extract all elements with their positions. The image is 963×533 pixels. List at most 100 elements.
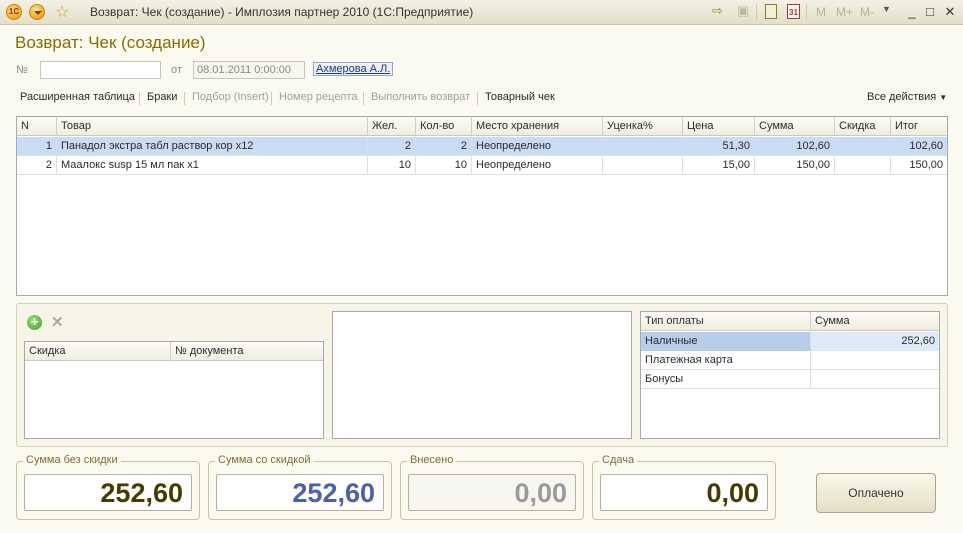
column-header[interactable]: Итог [891,117,947,136]
command-separator [139,92,140,105]
goods-table-header: N Товар Жел. Кол-во Место хранения Уценк… [17,117,947,136]
date-label: от [171,64,182,76]
command-separator [363,92,364,105]
maximize-button[interactable]: □ [921,3,939,21]
column-header[interactable]: Скидка [835,117,891,136]
table-row[interactable]: 1 Панадол экстра табл раствор кор х12 2 … [17,137,947,156]
minimize-button[interactable]: _ [903,3,921,21]
table-row[interactable]: Бонусы [641,370,939,389]
extended-table-button[interactable]: Расширенная таблица [20,91,135,103]
main-menu-icon[interactable] [29,4,45,20]
cell-qty: 2 [416,137,472,156]
window-title: Возврат: Чек (создание) - Имплозия партн… [90,5,474,19]
chevron-down-icon: ▼ [939,93,948,102]
comment-field[interactable] [332,311,632,439]
cell-payment-sum [811,351,939,370]
cell-wanted: 10 [368,156,416,175]
author-link[interactable]: Ахмерова А.Л. [313,62,394,76]
total-no-discount-label: Сумма без скидки [23,454,121,466]
cell-discount [835,137,891,156]
change-label: Сдача [599,454,638,466]
paid-in-field[interactable]: 0,00 [408,474,576,511]
command-separator [271,92,272,105]
toolbar-separator [806,4,807,20]
defects-button[interactable]: Браки [147,91,177,103]
table-row[interactable]: Платежная карта [641,351,939,370]
cell-wanted: 2 [368,137,416,156]
selection-insert-button[interactable]: Подбор (Insert) [192,91,269,103]
number-field[interactable] [40,61,161,79]
favorites-star-icon[interactable]: ☆ [55,2,73,21]
column-header[interactable]: Цена [683,117,755,136]
app-logo-icon[interactable]: 1С [6,4,22,20]
column-header[interactable]: Сумма [811,312,939,331]
total-no-discount-value: 252,60 [24,474,192,511]
cell-payment-sum: 252,60 [811,332,939,351]
memory-minus-button[interactable]: M- [860,5,874,19]
change-value: 0,00 [600,474,768,511]
go-forward-icon[interactable]: ⇨ [712,3,723,21]
cell-sum: 102,60 [755,137,835,156]
delete-icon[interactable]: ✕ [51,313,64,331]
cell-total: 102,60 [909,140,943,152]
column-header[interactable]: Тип оплаты [641,312,811,331]
cell-sum: 150,00 [755,156,835,175]
change-group: Сдача 0,00 [592,454,776,520]
column-header[interactable]: Уценка% [603,117,683,136]
sales-receipt-button[interactable]: Товарный чек [485,91,555,103]
cell-total: 150,00 [909,159,943,171]
cell-markdown [603,156,683,175]
cell-payment-type: Платежная карта [641,351,811,370]
execute-return-button[interactable]: Выполнить возврат [371,91,470,103]
paid-button[interactable]: Оплачено [816,473,936,513]
column-header[interactable]: Сумма [755,117,835,136]
discount-table[interactable]: Скидка № документа [24,341,324,439]
cell-number: 2 [17,156,57,175]
column-header[interactable]: Кол-во [416,117,472,136]
column-header[interactable]: N [17,117,57,136]
column-header[interactable]: Товар [57,117,368,136]
column-header[interactable]: Скидка [25,342,171,361]
dropdown-arrow-icon[interactable]: ▼ [882,4,891,22]
total-with-discount-label: Сумма со скидкой [215,454,314,466]
number-label: № [16,64,28,76]
cell-item: Панадол экстра табл раствор кор х12 [57,137,368,156]
column-header[interactable]: Место хранения [472,117,603,136]
cell-markdown [603,137,683,156]
calculator-icon[interactable] [765,4,777,19]
memory-button[interactable]: M [816,5,826,19]
command-separator [477,92,478,105]
total-with-discount-value: 252,60 [216,474,384,511]
all-actions-menu[interactable]: Все действия ▼ [867,91,947,103]
cell-qty: 10 [416,156,472,175]
cell-storage: Неопределено [472,156,603,175]
all-actions-label: Все действия [867,91,937,103]
date-field[interactable]: 08.01.2011 0:00:00 [193,61,305,79]
cell-item: Маалокс susp 15 мл пак х1 [57,156,368,175]
table-row[interactable]: Наличные 252,60 [641,332,939,351]
payment-table[interactable]: Тип оплаты Сумма Наличные 252,60 Платежн… [640,311,940,439]
discount-table-header: Скидка № документа [25,342,323,361]
paid-in-group: Внесено 0,00 [400,454,584,520]
cell-payment-type: Бонусы [641,370,811,389]
cell-price: 15,00 [683,156,755,175]
total-with-discount-group: Сумма со скидкой 252,60 [208,454,392,520]
calendar-icon[interactable]: 31 [787,4,800,19]
prescription-number-button[interactable]: Номер рецепта [279,91,357,103]
table-row[interactable]: 2 Маалокс susp 15 мл пак х1 10 10 Неопре… [17,156,947,175]
history-icon[interactable]: ▣ [737,3,749,21]
window-title-bar: 1С ☆ Возврат: Чек (создание) - Имплозия … [0,0,963,25]
total-no-discount-group: Сумма без скидки 252,60 [16,454,200,520]
column-header[interactable]: Жел. [368,117,416,136]
payment-table-header: Тип оплаты Сумма [641,312,939,331]
paid-in-label: Внесено [407,454,457,466]
cell-number: 1 [17,137,57,156]
memory-plus-button[interactable]: M+ [836,5,853,19]
cell-payment-sum [811,370,939,389]
command-bar: Расширенная таблица Браки Подбор (Insert… [15,88,950,108]
add-icon[interactable]: + [27,315,42,330]
goods-table[interactable]: N Товар Жел. Кол-во Место хранения Уценк… [16,116,948,296]
command-separator [184,92,185,105]
close-button[interactable]: ✕ [941,3,959,21]
column-header[interactable]: № документа [171,342,323,361]
